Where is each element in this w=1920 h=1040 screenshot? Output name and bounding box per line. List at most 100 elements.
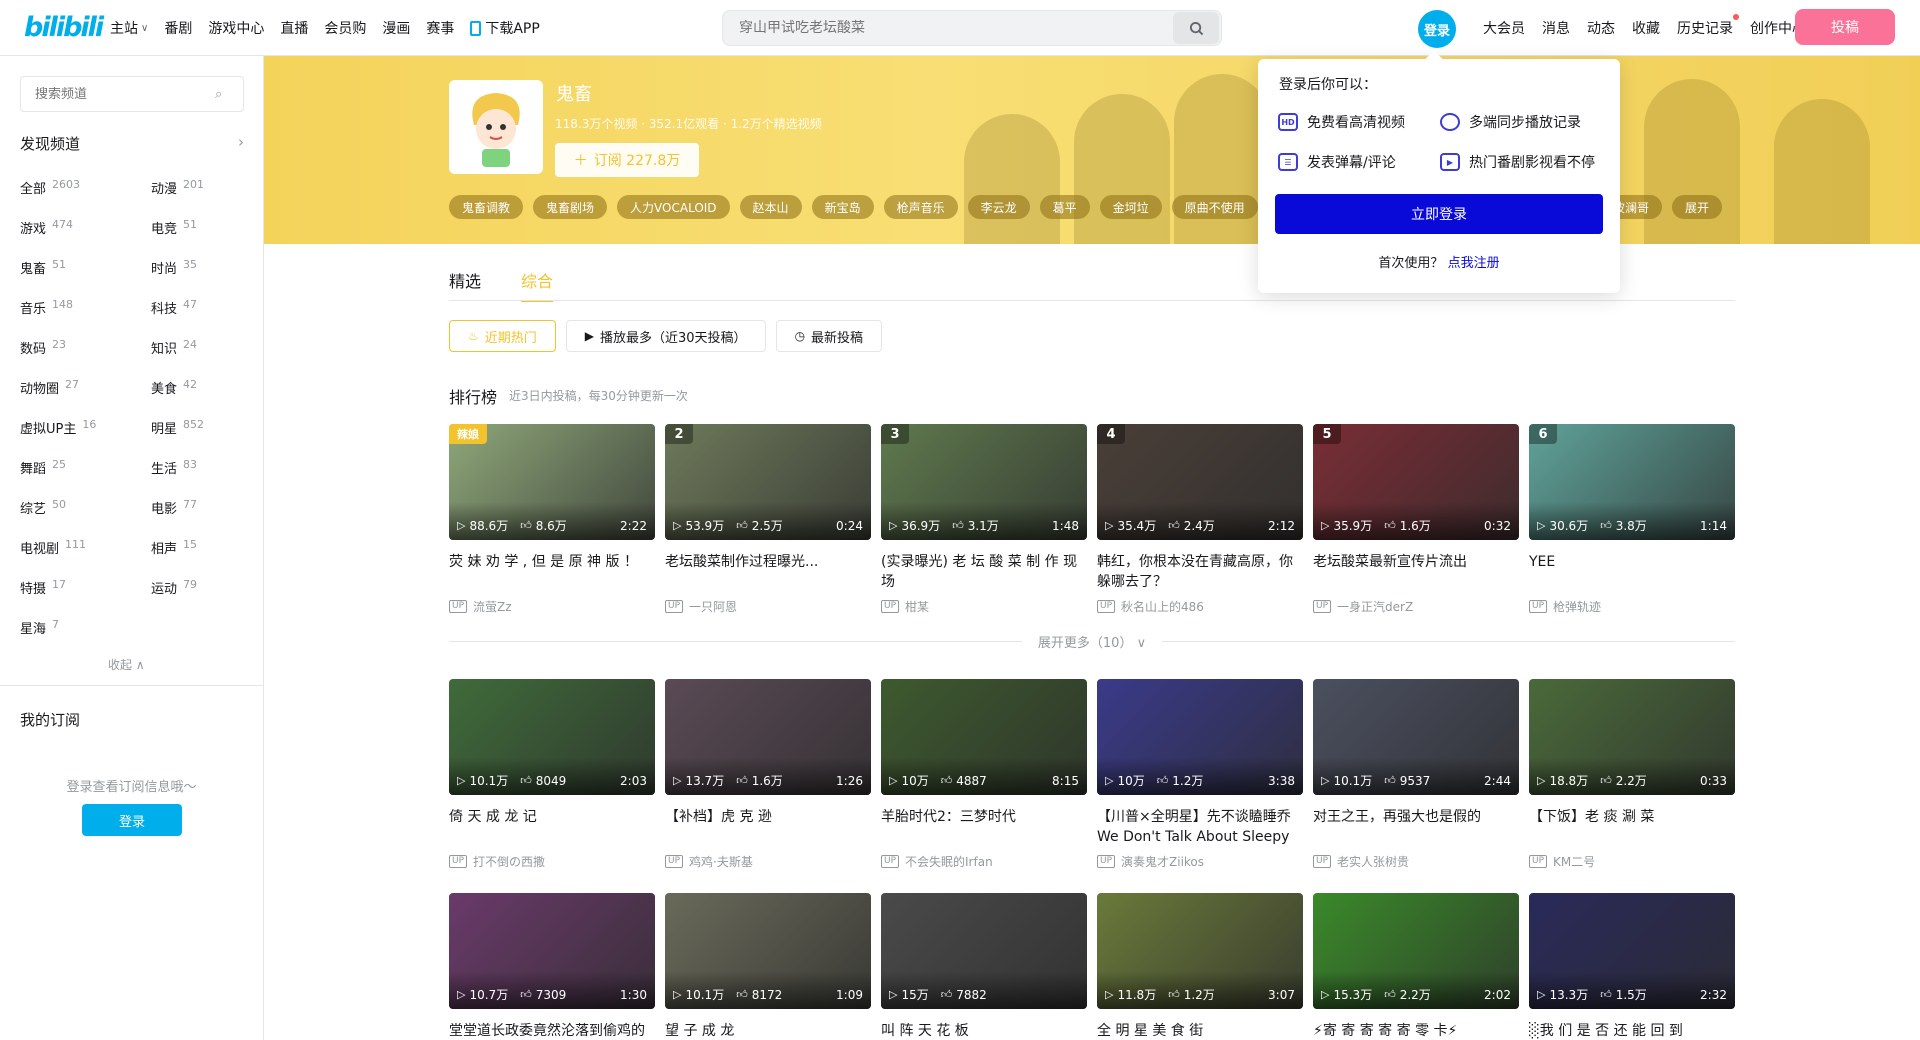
search-icon[interactable]: ⌕ bbox=[215, 87, 243, 102]
channel-item[interactable]: 动物圈 27 bbox=[20, 378, 151, 418]
video-thumbnail[interactable]: ▷ 10.1万 👍︎ 8049 2:03 bbox=[449, 679, 655, 795]
video-title[interactable]: 羊胎时代2：三梦时代 bbox=[881, 807, 1087, 847]
tab-overall[interactable]: 综合 bbox=[521, 268, 554, 302]
video-title[interactable]: ⚡寄 寄 寄 寄 寄 零 卡⚡ bbox=[1313, 1021, 1519, 1040]
channel-tag[interactable]: 金坷垃 bbox=[1099, 195, 1162, 219]
filter-most-played[interactable]: ▶ 播放最多（近30天投稿） bbox=[565, 320, 766, 352]
channel-item[interactable]: 美食 42 bbox=[151, 378, 244, 418]
channel-item[interactable]: 知识 24 bbox=[151, 338, 244, 378]
video-card[interactable]: ▷ 10.7万 👍︎ 7309 1:30 堂堂道长政委竟然沦落到偷鸡的 bbox=[449, 893, 655, 1040]
channel-tag[interactable]: 鬼畜调教 bbox=[449, 195, 524, 219]
upload-button[interactable]: 投稿 bbox=[1795, 9, 1895, 45]
nav-anime[interactable]: 番剧 bbox=[164, 18, 192, 38]
channel-tag[interactable]: 人力VOCALOID bbox=[617, 195, 730, 219]
login-now-button[interactable]: 立即登录 bbox=[1275, 194, 1603, 234]
bilibili-logo[interactable]: bilibili bbox=[24, 12, 104, 44]
channel-item[interactable]: 舞蹈 25 bbox=[20, 458, 151, 498]
video-card[interactable]: ▷ 10.1万 👍︎ 8049 2:03 倚 天 成 龙 记 UP 打不倒の西撒 bbox=[449, 679, 655, 870]
nav-esports[interactable]: 赛事 bbox=[426, 18, 454, 38]
uploader[interactable]: UP 枪弹轨迹 bbox=[1529, 598, 1735, 615]
channel-item[interactable]: 科技 47 bbox=[151, 298, 244, 338]
channel-tag[interactable]: 葛平 bbox=[1039, 195, 1090, 219]
nav-favorites[interactable]: 收藏 bbox=[1632, 18, 1660, 38]
uploader[interactable]: UP 鸡鸡·夫斯基 bbox=[665, 853, 871, 870]
tab-featured[interactable]: 精选 bbox=[449, 268, 481, 302]
video-card[interactable]: 3 ▷ 36.9万 👍︎ 3.1万 1:48 (实录曝光) 老 坛 酸 菜 制 作 现 场 U… bbox=[881, 424, 1087, 615]
channel-item[interactable]: 相声 15 bbox=[151, 538, 244, 578]
channel-item[interactable]: 鬼畜 51 bbox=[20, 258, 151, 298]
video-title[interactable]: 叫 阵 天 花 板 bbox=[881, 1021, 1087, 1040]
video-thumbnail[interactable]: ▷ 18.8万 👍︎ 2.2万 0:33 bbox=[1529, 679, 1735, 795]
channel-tag[interactable]: 原曲不使用 bbox=[1171, 195, 1258, 219]
video-title[interactable]: 韩红，你根本没在青藏高原，你躲哪去了？ bbox=[1097, 552, 1303, 592]
video-title[interactable]: YEE bbox=[1529, 552, 1735, 592]
video-card[interactable]: ▷ 15万 👍︎ 7882 叫 阵 天 花 板 bbox=[881, 893, 1087, 1040]
channel-item[interactable]: 动漫 201 bbox=[151, 178, 244, 218]
video-card[interactable]: ▷ 10.1万 👍︎ 8172 1:09 望 子 成 龙 bbox=[665, 893, 871, 1040]
channel-item[interactable]: 时尚 35 bbox=[151, 258, 244, 298]
video-card[interactable]: 6 ▷ 30.6万 👍︎ 3.8万 1:14 YEE UP 枪弹轨迹 bbox=[1529, 424, 1735, 615]
video-card[interactable]: ▷ 13.7万 👍︎ 1.6万 1:26 【补档】虎 克 逊 UP 鸡鸡·夫斯基 bbox=[665, 679, 871, 870]
channel-item[interactable]: 明星 852 bbox=[151, 418, 244, 458]
video-thumbnail[interactable]: 3 ▷ 36.9万 👍︎ 3.1万 1:48 bbox=[881, 424, 1087, 540]
video-title[interactable]: 堂堂道长政委竟然沦落到偷鸡的 bbox=[449, 1021, 655, 1040]
channel-item[interactable]: 星海 7 bbox=[20, 618, 151, 658]
nav-live[interactable]: 直播 bbox=[280, 18, 308, 38]
video-thumbnail[interactable]: ▷ 10.7万 👍︎ 7309 1:30 bbox=[449, 893, 655, 1009]
channel-item[interactable]: 游戏 474 bbox=[20, 218, 151, 258]
video-thumbnail[interactable]: ▷ 13.3万 👍︎ 1.5万 2:32 bbox=[1529, 893, 1735, 1009]
video-title[interactable]: 对王之王，再强大也是假的 bbox=[1313, 807, 1519, 847]
filter-latest[interactable]: ◷ 最新投稿 bbox=[775, 320, 883, 352]
channel-tag[interactable]: 展开 bbox=[1672, 195, 1723, 219]
video-card[interactable]: 2 ▷ 53.9万 👍︎ 2.5万 0:24 老坛酸菜制作过程曝光... UP 一只阿恩 bbox=[665, 424, 871, 615]
uploader[interactable]: UP 一只阿恩 bbox=[665, 598, 871, 615]
sidebar-login-button[interactable]: 登录 bbox=[82, 804, 182, 836]
video-title[interactable]: ░我 们 是 否 还 能 回 到 bbox=[1529, 1021, 1735, 1040]
video-card[interactable]: ▷ 10万 👍︎ 1.2万 3:38 【川普×全明星】先不谈瞌睡乔We Don't Tal… bbox=[1097, 679, 1303, 870]
search-input[interactable] bbox=[723, 11, 1173, 45]
channel-item[interactable]: 综艺 50 bbox=[20, 498, 151, 538]
video-thumbnail[interactable]: 4 ▷ 35.4万 👍︎ 2.4万 2:12 bbox=[1097, 424, 1303, 540]
uploader[interactable]: UP 演奏鬼才Ziikos bbox=[1097, 853, 1303, 870]
video-title[interactable]: 【下饭】老 痰 涮 菜 bbox=[1529, 807, 1735, 847]
video-thumbnail[interactable]: 辣娘 ▷ 88.6万 👍︎ 8.6万 2:22 bbox=[449, 424, 655, 540]
channel-tag[interactable]: 赵本山 bbox=[739, 195, 802, 219]
video-thumbnail[interactable]: ▷ 15.3万 👍︎ 2.2万 2:02 bbox=[1313, 893, 1519, 1009]
search-button[interactable] bbox=[1173, 12, 1219, 44]
uploader[interactable]: UP 不会失眠的Irfan bbox=[881, 853, 1087, 870]
nav-vip[interactable]: 大会员 bbox=[1483, 18, 1525, 38]
video-card[interactable]: 4 ▷ 35.4万 👍︎ 2.4万 2:12 韩红，你根本没在青藏高原，你躲哪去了？ UP 秋名… bbox=[1097, 424, 1303, 615]
nav-shop[interactable]: 会员购 bbox=[324, 18, 366, 38]
video-card[interactable]: ▷ 11.8万 👍︎ 1.2万 3:07 全 明 星 美 食 街 bbox=[1097, 893, 1303, 1040]
channel-tag[interactable]: 鬼畜剧场 bbox=[533, 195, 608, 219]
video-title[interactable]: 老坛酸菜制作过程曝光... bbox=[665, 552, 871, 592]
uploader[interactable]: UP 老实人张树贵 bbox=[1313, 853, 1519, 870]
channel-tag[interactable]: 枪声音乐 bbox=[883, 195, 958, 219]
discover-channels-link[interactable]: 发现频道 › bbox=[20, 133, 244, 154]
channel-search-input[interactable] bbox=[21, 86, 215, 102]
collapse-button[interactable]: 收起 ∧ bbox=[108, 656, 145, 673]
nav-download-app[interactable]: 下载APP bbox=[470, 18, 540, 38]
channel-tag[interactable]: 李云龙 bbox=[967, 195, 1030, 219]
channel-item[interactable]: 虚拟UP主 16 bbox=[20, 418, 151, 458]
channel-item[interactable]: 生活 83 bbox=[151, 458, 244, 498]
video-title[interactable]: 【补档】虎 克 逊 bbox=[665, 807, 871, 847]
video-card[interactable]: ▷ 13.3万 👍︎ 1.5万 2:32 ░我 们 是 否 还 能 回 到 bbox=[1529, 893, 1735, 1040]
filter-recent-hot[interactable]: ♨ 近期热门 bbox=[449, 320, 556, 352]
channel-item[interactable]: 音乐 148 bbox=[20, 298, 151, 338]
nav-home[interactable]: 主站 ∨ bbox=[110, 18, 148, 38]
channel-item[interactable]: 数码 23 bbox=[20, 338, 151, 378]
video-thumbnail[interactable]: ▷ 10万 👍︎ 4887 8:15 bbox=[881, 679, 1087, 795]
video-thumbnail[interactable]: ▷ 15万 👍︎ 7882 bbox=[881, 893, 1087, 1009]
channel-item[interactable]: 运动 79 bbox=[151, 578, 244, 618]
video-thumbnail[interactable]: ▷ 11.8万 👍︎ 1.2万 3:07 bbox=[1097, 893, 1303, 1009]
video-title[interactable]: 倚 天 成 龙 记 bbox=[449, 807, 655, 847]
uploader[interactable]: UP 秋名山上的486 bbox=[1097, 598, 1303, 615]
nav-game-center[interactable]: 游戏中心 bbox=[208, 18, 264, 38]
video-thumbnail[interactable]: 5 ▷ 35.9万 👍︎ 1.6万 0:32 bbox=[1313, 424, 1519, 540]
nav-history[interactable]: 历史记录 bbox=[1677, 14, 1739, 38]
video-card[interactable]: 5 ▷ 35.9万 👍︎ 1.6万 0:32 老坛酸菜最新宣传片流出 UP 一身正汽derZ bbox=[1313, 424, 1519, 615]
subscribe-button[interactable]: ＋订阅 227.8万 bbox=[555, 143, 699, 177]
video-card[interactable]: ▷ 10万 👍︎ 4887 8:15 羊胎时代2：三梦时代 UP 不会失眠的Irfan bbox=[881, 679, 1087, 870]
video-title[interactable]: 荧 妹 劝 学 , 但 是 原 神 版 ！ bbox=[449, 552, 655, 592]
